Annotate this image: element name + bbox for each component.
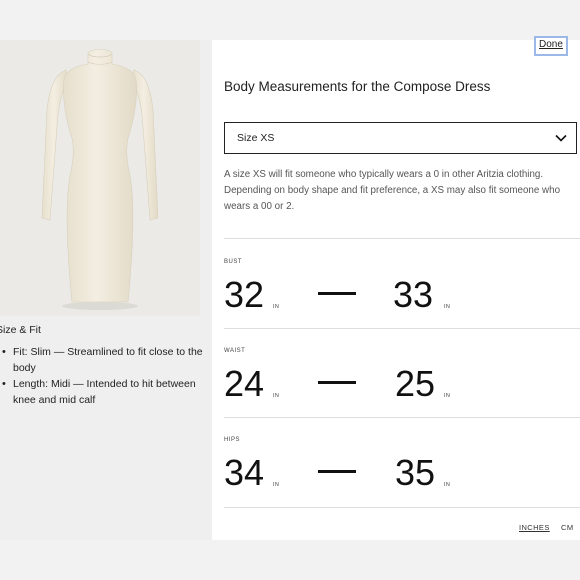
measurement-min: 34 (224, 452, 265, 493)
modal-title: Body Measurements for the Compose Dress (224, 79, 491, 94)
divider (224, 328, 580, 329)
measurement-unit: IN (273, 393, 280, 399)
top-backdrop (0, 0, 580, 40)
dress-illustration (41, 49, 159, 310)
done-button[interactable]: Done (534, 36, 568, 56)
range-dash (318, 470, 356, 473)
size-select-value: Size XS (237, 132, 275, 144)
list-item: Fit: Slim — Streamlined to fit close to … (2, 344, 218, 376)
product-details-panel: Size & Fit Fit: Slim — Streamlined to fi… (0, 40, 212, 540)
measurement-unit: IN (273, 304, 280, 310)
unit-toggle-cm[interactable]: CM (561, 523, 573, 532)
measurement-min: 24 (224, 363, 265, 404)
measurement-max: 35 (395, 452, 436, 493)
size-select[interactable]: Size XS (224, 122, 577, 154)
measurement-label: HIPS (224, 437, 241, 443)
measurement-unit: IN (444, 304, 451, 310)
size-measurements-modal: Done Body Measurements for the Compose D… (212, 36, 580, 540)
measurement-unit: IN (273, 482, 280, 488)
divider (224, 507, 580, 508)
measurement-unit: IN (444, 482, 451, 488)
product-image (0, 40, 200, 316)
unit-toggle-inches[interactable]: INCHES (519, 523, 550, 532)
size-fit-heading: Size & Fit (0, 324, 41, 336)
measurement-max: 33 (393, 274, 434, 315)
chevron-down-icon (555, 134, 567, 142)
measurement-label: BUST (224, 259, 243, 265)
size-description: A size XS will fit someone who typically… (224, 169, 561, 212)
range-dash (318, 381, 356, 384)
measurement-max: 25 (395, 363, 436, 404)
list-item: Length: Midi — Intended to hit between k… (2, 376, 218, 408)
fit-details-list: Fit: Slim — Streamlined to fit close to … (0, 344, 218, 408)
divider (224, 417, 580, 418)
bottom-backdrop (0, 540, 580, 580)
range-dash (318, 292, 356, 295)
measurement-unit: IN (444, 393, 451, 399)
divider (224, 238, 580, 239)
measurement-label: WAIST (224, 348, 246, 354)
measurement-min: 32 (224, 274, 265, 315)
